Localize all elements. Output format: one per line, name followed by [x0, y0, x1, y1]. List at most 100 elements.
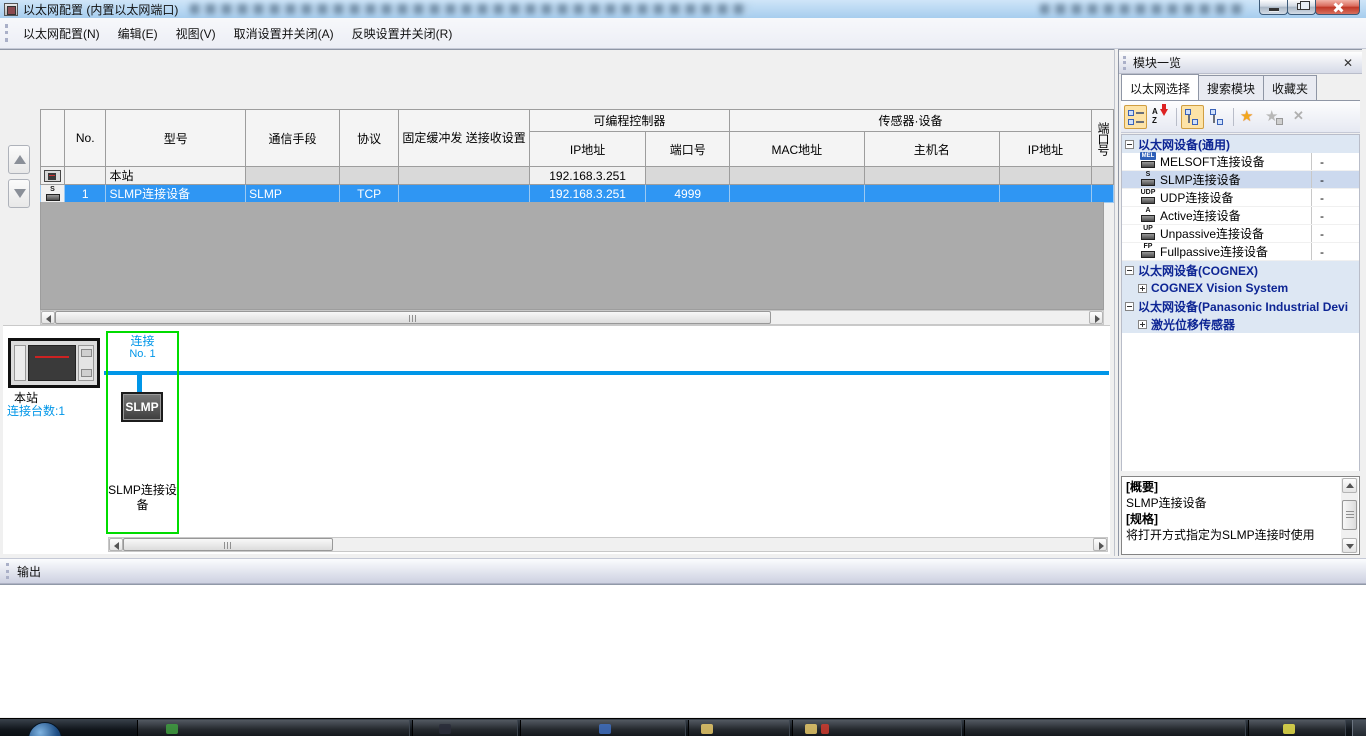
tree-item-fullpassive[interactable]: FP Fullpassive连接设备 - [1122, 243, 1359, 261]
title-bar[interactable]: 以太网配置 (内置以太网端口) [0, 0, 1366, 18]
add-favorite-button[interactable]: ★ [1263, 105, 1286, 129]
collapse-icon[interactable] [1125, 302, 1134, 311]
menu-ethernet-config[interactable]: 以太网配置(N) [14, 20, 109, 47]
host-station-image[interactable] [8, 338, 100, 388]
list-view-button[interactable] [1124, 105, 1147, 129]
ethernet-config-window: 以太网配置 (内置以太网端口) 以太网配置(N) 编辑(E) 视图(V) 取消设… [0, 0, 1366, 736]
move-row-down-button[interactable] [8, 179, 30, 208]
tree-item-melsoft[interactable]: MEL MELSOFT连接设备 - [1122, 153, 1359, 171]
delete-favorite-button[interactable]: ✕ [1288, 105, 1311, 129]
cell-host[interactable] [864, 185, 999, 203]
module-panel-header[interactable]: 模块一览 ✕ [1119, 52, 1362, 74]
restore-button[interactable] [1287, 0, 1316, 15]
panel-grip[interactable] [6, 563, 9, 579]
scroll-down-button[interactable] [1342, 538, 1357, 553]
taskbar-button[interactable] [412, 720, 518, 736]
output-panel-header[interactable]: 输出 [0, 558, 1366, 584]
menu-edit[interactable]: 编辑(E) [109, 20, 167, 47]
expand-icon[interactable] [1138, 320, 1147, 329]
cell-plc-ip[interactable]: 192.168.3.251 [529, 167, 646, 185]
table-row-host[interactable]: 本站 192.168.3.251 [41, 167, 1114, 185]
tree-group-cognex[interactable]: 以太网设备(COGNEX) [1122, 261, 1359, 279]
app-icon [1283, 724, 1295, 734]
cell-model[interactable]: SLMP连接设备 [106, 185, 246, 203]
taskbar-button[interactable] [1248, 720, 1346, 736]
taskbar-button[interactable] [964, 720, 1246, 736]
move-row-up-button[interactable] [8, 145, 30, 174]
taskbar-button[interactable] [792, 720, 962, 736]
favorites-star-button[interactable]: ★ [1238, 105, 1261, 129]
taskbar-button[interactable] [520, 720, 686, 736]
minimize-button[interactable] [1259, 0, 1288, 15]
scroll-left-button[interactable] [109, 538, 123, 551]
col-header-comm: 通信手段 [246, 110, 340, 167]
scrollbar-thumb[interactable] [123, 538, 333, 551]
fullpassive-device-icon: FP [1140, 245, 1156, 258]
plc-module-icon [44, 170, 61, 182]
diagram-h-scrollbar[interactable] [108, 537, 1108, 552]
tab-search-module[interactable]: 搜索模块 [1198, 75, 1264, 100]
tab-ethernet-selection[interactable]: 以太网选择 [1121, 74, 1199, 100]
slmp-device-node[interactable]: SLMP [121, 392, 163, 422]
tree-item-unpassive[interactable]: UP Unpassive连接设备 - [1122, 225, 1359, 243]
info-v-scrollbar[interactable] [1341, 478, 1358, 553]
tree-group-ethernet-general[interactable]: 以太网设备(通用) [1122, 135, 1359, 153]
tree-item-udp[interactable]: UDP UDP连接设备 - [1122, 189, 1359, 207]
cell-sensor-ip[interactable] [999, 185, 1091, 203]
group-header-sensor: 传感器·设备 [729, 110, 1091, 132]
panel-close-button[interactable]: ✕ [1340, 55, 1356, 71]
cell-plc-ip[interactable]: 192.168.3.251 [529, 185, 646, 203]
scroll-right-button[interactable] [1089, 311, 1103, 324]
folder-icon [701, 724, 713, 734]
tree-item-slmp[interactable]: S SLMP连接设备 - [1122, 171, 1359, 189]
scroll-up-button[interactable] [1342, 478, 1357, 493]
tab-favorites[interactable]: 收藏夹 [1263, 75, 1317, 100]
app-icon [821, 724, 829, 734]
cell-plc-port[interactable]: 4999 [646, 185, 730, 203]
output-content[interactable] [0, 584, 1366, 717]
show-desktop-button[interactable] [1352, 720, 1366, 736]
ethernet-line [104, 371, 1109, 375]
col-header-sensor-ip: IP地址 [999, 132, 1091, 167]
table-h-scrollbar[interactable] [40, 310, 1104, 325]
taskbar-button[interactable] [688, 720, 790, 736]
cell-comm[interactable]: SLMP [246, 185, 340, 203]
cell-mac[interactable] [729, 185, 864, 203]
cell-sensor-port[interactable] [1091, 185, 1113, 203]
cell-fixed-buffer[interactable] [399, 185, 529, 203]
menu-grip[interactable] [5, 24, 8, 42]
cell-no[interactable]: 1 [65, 185, 106, 203]
tree-group-laser-sensor[interactable]: 激光位移传感器 [1122, 315, 1359, 333]
start-button[interactable] [28, 722, 62, 736]
row-header-column [41, 110, 65, 167]
expand-tree-button[interactable] [1206, 105, 1229, 129]
tree-item-active[interactable]: A Active连接设备 - [1122, 207, 1359, 225]
cell-no[interactable] [65, 167, 106, 185]
expand-icon[interactable] [1138, 284, 1147, 293]
menu-apply-and-close[interactable]: 反映设置并关闭(R) [343, 20, 462, 47]
window-controls [1260, 0, 1360, 15]
scrollbar-thumb[interactable] [1342, 500, 1357, 530]
collapse-tree-button[interactable] [1181, 105, 1204, 129]
module-tabs: 以太网选择 搜索模块 收藏夹 [1121, 77, 1360, 101]
taskbar-button[interactable] [137, 720, 410, 736]
cell-model[interactable]: 本站 [106, 167, 246, 185]
group-header-plc: 可编程控制器 [529, 110, 729, 132]
menu-cancel-and-close[interactable]: 取消设置并关闭(A) [225, 20, 343, 47]
redacted-title-text [1040, 4, 1245, 14]
table-row-slmp-device[interactable]: S 1 SLMP连接设备 SLMP TCP 192.168.3.251 4999 [41, 185, 1114, 203]
menu-view[interactable]: 视图(V) [167, 20, 225, 47]
scrollbar-thumb[interactable] [55, 311, 771, 324]
sort-az-button[interactable]: AZ [1149, 105, 1172, 129]
tree-group-panasonic[interactable]: 以太网设备(Panasonic Industrial Devi [1122, 297, 1359, 315]
collapse-icon[interactable] [1125, 266, 1134, 275]
up-arrow-icon [1346, 483, 1354, 488]
panel-grip[interactable] [1123, 56, 1126, 70]
collapse-icon[interactable] [1125, 140, 1134, 149]
cell-protocol[interactable]: TCP [339, 185, 398, 203]
scroll-left-button[interactable] [41, 311, 55, 324]
tree-group-cognex-vision[interactable]: COGNEX Vision System [1122, 279, 1359, 297]
close-button[interactable] [1315, 0, 1360, 15]
cell-fixed-buffer [399, 167, 529, 185]
scroll-right-button[interactable] [1093, 538, 1107, 551]
